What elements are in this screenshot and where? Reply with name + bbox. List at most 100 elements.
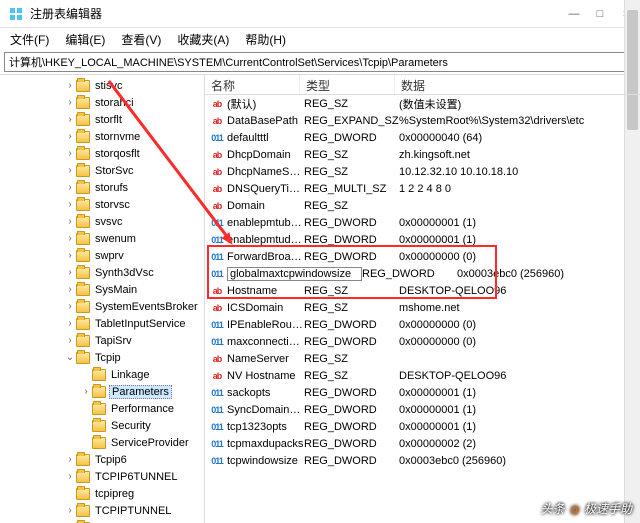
expand-icon[interactable]: › <box>64 250 76 261</box>
value-row[interactable]: ab(默认)REG_SZ(数值未设置) <box>205 95 640 112</box>
value-row[interactable]: abDhcpNameSer...REG_SZ10.12.32.10 10.10.… <box>205 163 640 180</box>
expand-icon[interactable]: › <box>64 505 76 516</box>
tree-label: storufs <box>93 182 130 194</box>
address-bar[interactable]: 计算机\HKEY_LOCAL_MACHINE\SYSTEM\CurrentCon… <box>4 52 636 72</box>
expand-icon[interactable]: › <box>64 199 76 210</box>
value-row[interactable]: abDNSQueryTim...REG_MULTI_SZ1 2 2 4 8 0 <box>205 180 640 197</box>
tree-node[interactable]: ›TCPIP6TUNNEL <box>0 468 204 485</box>
value-type: REG_DWORD <box>304 404 399 416</box>
value-row[interactable]: abNV HostnameREG_SZDESKTOP-QELOO96 <box>205 367 640 384</box>
tree-node[interactable]: ›SysMain <box>0 281 204 298</box>
expand-icon[interactable]: › <box>64 80 76 91</box>
value-row[interactable]: 011sackoptsREG_DWORD0x00000001 (1) <box>205 384 640 401</box>
tree-node[interactable]: ›Synth3dVsc <box>0 264 204 281</box>
value-row[interactable]: abDhcpDomainREG_SZzh.kingsoft.net <box>205 146 640 163</box>
tree-node[interactable]: ›storahci <box>0 94 204 111</box>
value-row[interactable]: 011SyncDomainWi...REG_DWORD0x00000001 (1… <box>205 401 640 418</box>
expand-icon[interactable]: › <box>64 471 76 482</box>
tree-node[interactable]: ›Parameters <box>0 383 204 400</box>
tree-node[interactable]: Performance <box>0 400 204 417</box>
menu-favorites[interactable]: 收藏夹(A) <box>171 29 235 50</box>
folder-icon <box>76 80 90 92</box>
value-row[interactable]: 011enablepmtubh...REG_DWORD0x00000001 (1… <box>205 214 640 231</box>
expand-icon[interactable]: › <box>64 182 76 193</box>
expand-icon[interactable]: › <box>80 386 92 397</box>
menu-file[interactable]: 文件(F) <box>4 29 55 50</box>
expand-icon[interactable]: › <box>64 301 76 312</box>
tree-node[interactable]: Linkage <box>0 366 204 383</box>
tree-node[interactable]: ›Tcpip6 <box>0 451 204 468</box>
maximize-button[interactable]: □ <box>594 8 606 20</box>
value-row[interactable]: abDataBasePathREG_EXPAND_SZ%SystemRoot%\… <box>205 112 640 129</box>
menu-view[interactable]: 查看(V) <box>115 29 167 50</box>
value-row[interactable]: 011ForwardBroad...REG_DWORD0x00000000 (0… <box>205 248 640 265</box>
expand-icon[interactable]: › <box>64 267 76 278</box>
expand-icon[interactable]: › <box>64 284 76 295</box>
value-row[interactable]: abHostnameREG_SZDESKTOP-QELOO96 <box>205 282 640 299</box>
value-row[interactable]: 011IPEnableRouterREG_DWORD0x00000000 (0) <box>205 316 640 333</box>
value-type: REG_DWORD <box>304 217 399 229</box>
expand-icon[interactable]: › <box>64 148 76 159</box>
column-header[interactable]: 名称 类型 数据 <box>205 75 640 95</box>
tree-node[interactable]: ›svsvc <box>0 213 204 230</box>
expand-icon[interactable]: › <box>64 165 76 176</box>
tree-node[interactable]: tcpipreg <box>0 485 204 502</box>
tree-node[interactable]: › storufs <box>0 179 204 196</box>
expand-icon[interactable]: › <box>64 233 76 244</box>
folder-icon <box>76 352 90 364</box>
tree-node[interactable]: ›stisvc <box>0 77 204 94</box>
value-row[interactable]: 011tcpwindowsizeREG_DWORD0x0003ebc0 (256… <box>205 452 640 469</box>
expand-icon[interactable]: › <box>64 454 76 465</box>
menu-edit[interactable]: 编辑(E) <box>59 29 111 50</box>
tree-node[interactable]: ServiceProvider <box>0 434 204 451</box>
tree-label: swenum <box>93 233 138 245</box>
value-row[interactable]: 011tcpmaxdupacksREG_DWORD0x00000002 (2) <box>205 435 640 452</box>
value-row[interactable]: 011globalmaxtcpwindowsizeREG_DWORD0x0003… <box>205 265 640 282</box>
menu-help[interactable]: 帮助(H) <box>239 29 292 50</box>
tree-node[interactable]: ⌄Tcpip <box>0 349 204 366</box>
expand-icon[interactable]: › <box>64 318 76 329</box>
expand-icon[interactable]: ⌄ <box>64 352 76 363</box>
value-type: REG_DWORD <box>304 438 399 450</box>
tree-label: storqosflt <box>93 148 142 160</box>
expand-icon[interactable]: › <box>64 114 76 125</box>
expand-icon[interactable]: › <box>64 131 76 142</box>
value-row[interactable]: 011maxconnection...REG_DWORD0x00000000 (… <box>205 333 640 350</box>
value-data: 0x00000000 (0) <box>399 251 640 263</box>
tree-node[interactable]: ›storflt <box>0 111 204 128</box>
tree-node[interactable]: › swenum <box>0 230 204 247</box>
expand-icon[interactable]: › <box>64 216 76 227</box>
tree-node[interactable]: ›storvsc <box>0 196 204 213</box>
tree-node[interactable]: ›TabletInputService <box>0 315 204 332</box>
value-row[interactable]: 011tcp1323optsREG_DWORD0x00000001 (1) <box>205 418 640 435</box>
tree-node[interactable]: Security <box>0 417 204 434</box>
value-row[interactable]: abICSDomainREG_SZmshome.net <box>205 299 640 316</box>
minimize-button[interactable]: — <box>568 8 580 20</box>
tree-node[interactable]: ›TCPIPTUNNEL <box>0 502 204 519</box>
tree-node[interactable]: ›stornvme <box>0 128 204 145</box>
value-row[interactable]: 011defaultttlREG_DWORD0x00000040 (64) <box>205 129 640 146</box>
value-name: tcpwindowsize <box>227 455 304 467</box>
col-name[interactable]: 名称 <box>205 75 300 94</box>
col-data[interactable]: 数据 <box>395 75 640 94</box>
expand-icon[interactable]: › <box>64 97 76 108</box>
value-type: REG_DWORD <box>304 234 399 246</box>
col-type[interactable]: 类型 <box>300 75 395 94</box>
tree-view[interactable]: ›stisvc›storahci›storflt›stornvme›storqo… <box>0 75 205 523</box>
values-list[interactable]: ab(默认)REG_SZ(数值未设置)abDataBasePathREG_EXP… <box>205 95 640 523</box>
value-type: REG_SZ <box>304 353 399 365</box>
folder-icon <box>76 165 90 177</box>
tree-node[interactable]: tdx <box>0 519 204 523</box>
value-row[interactable]: 011enablepmtudis...REG_DWORD0x00000001 (… <box>205 231 640 248</box>
tree-node[interactable]: ›TapiSrv <box>0 332 204 349</box>
tree-node[interactable]: ›swprv <box>0 247 204 264</box>
tree-node[interactable]: › storqosflt <box>0 145 204 162</box>
expand-icon[interactable]: › <box>64 335 76 346</box>
value-row[interactable]: abNameServerREG_SZ <box>205 350 640 367</box>
tree-label: ServiceProvider <box>109 437 191 449</box>
value-row[interactable]: abDomainREG_SZ <box>205 197 640 214</box>
folder-icon <box>76 148 90 160</box>
string-icon: ab <box>209 97 225 111</box>
tree-node[interactable]: ›SystemEventsBroker <box>0 298 204 315</box>
tree-node[interactable]: ›StorSvc <box>0 162 204 179</box>
